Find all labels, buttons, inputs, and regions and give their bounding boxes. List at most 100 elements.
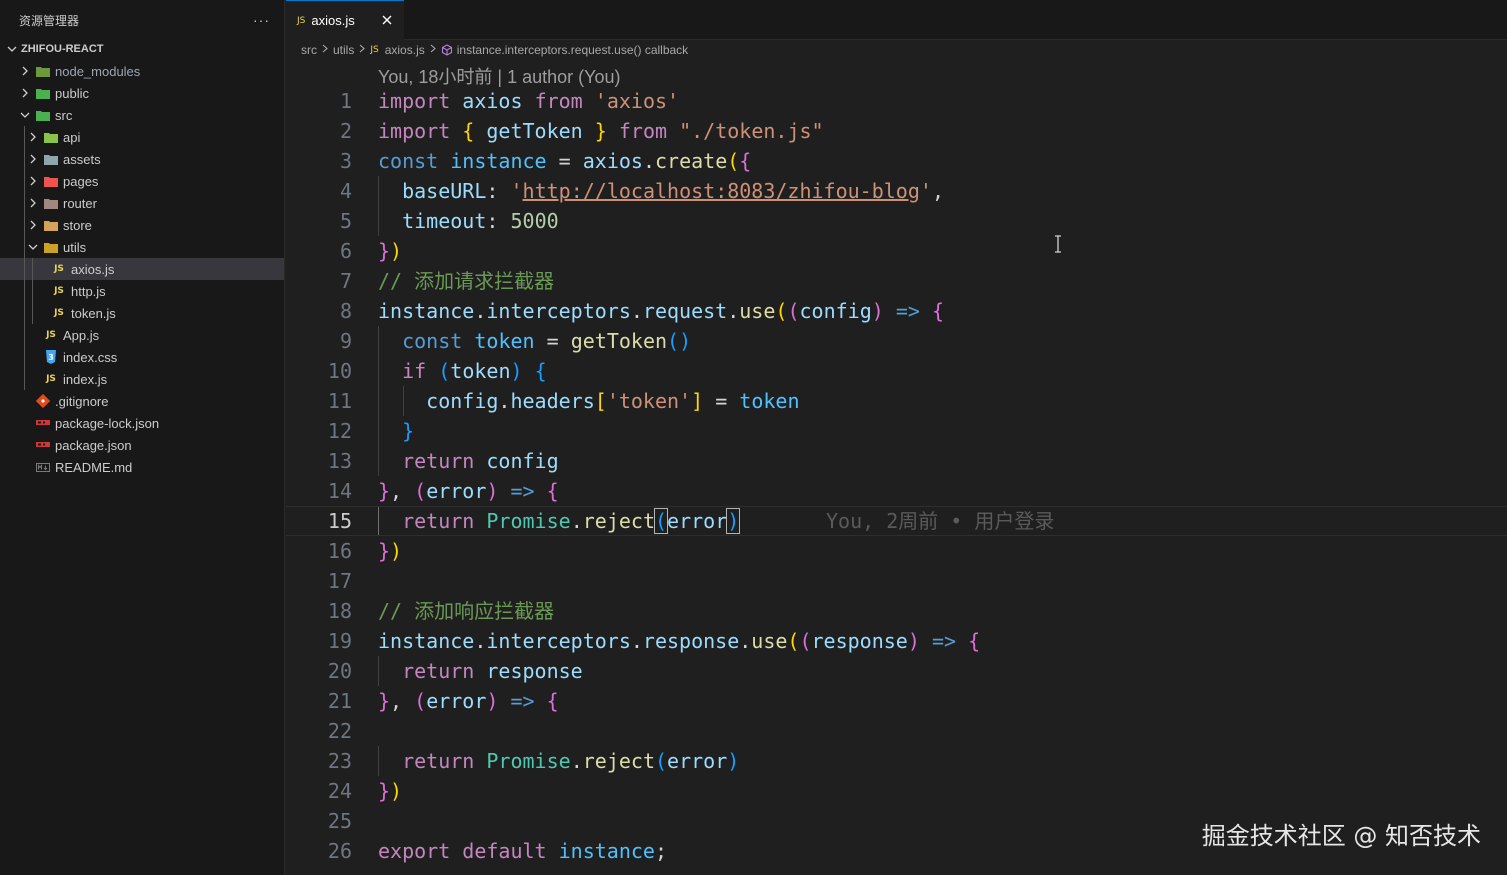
code-text: export default instance;: [378, 839, 668, 863]
code-editor[interactable]: You, 18小时前 | 1 author (You) 1 import axio…: [286, 60, 1507, 875]
indent-guide: [24, 236, 25, 258]
chevron-right-icon: [17, 85, 33, 101]
indent-guide: [24, 258, 25, 280]
tree-item-label: README.md: [55, 459, 133, 475]
tree-item-label: assets: [63, 151, 101, 167]
code-line: 21 }, (error) => {: [286, 686, 1507, 716]
code-line: 22: [286, 716, 1507, 746]
tree-item-package-lock-json[interactable]: package-lock.json: [0, 412, 284, 434]
project-name: ZHIFOU-REACT: [21, 43, 104, 55]
tree-item-label: index.js: [63, 371, 108, 387]
code-line: 4 baseURL: 'http://localhost:8083/zhifou…: [286, 176, 1507, 206]
css-file-icon: 3: [43, 349, 59, 365]
tree-item-index-js[interactable]: JS index.js: [0, 368, 284, 390]
chevron-right-icon: [358, 44, 366, 56]
tree-item-src[interactable]: src: [0, 104, 284, 126]
tree-item-http-js[interactable]: JS http.js: [0, 280, 284, 302]
tab-axios-js[interactable]: JS axios.js: [286, 0, 404, 40]
tree-item-pages[interactable]: pages: [0, 170, 284, 192]
tree-item-gitignore[interactable]: .gitignore: [0, 390, 284, 412]
js-file-icon: JS: [46, 330, 56, 340]
tree-item-axios-js[interactable]: JS axios.js: [0, 258, 284, 280]
indent-guide: [24, 302, 25, 324]
tree-item-index-css[interactable]: 3 index.css: [0, 346, 284, 368]
line-number: 25: [327, 809, 352, 833]
line-number: 7: [339, 269, 352, 293]
close-icon[interactable]: [379, 12, 395, 28]
code-text: }, (error) => {: [378, 689, 559, 713]
chevron-right-icon: [25, 173, 41, 189]
indent-guide: [24, 214, 25, 236]
tree-item-label: .gitignore: [55, 393, 109, 409]
line-number: 23: [327, 749, 352, 773]
more-actions-button[interactable]: ···: [253, 12, 270, 28]
npm-icon: [35, 415, 51, 431]
line-number: 13: [327, 449, 352, 473]
tree-item-store[interactable]: store: [0, 214, 284, 236]
tree-item-readme-md[interactable]: README.md: [0, 456, 284, 478]
tree-item-app-js[interactable]: JS App.js: [0, 324, 284, 346]
line-number: 19: [327, 629, 352, 653]
js-file-icon: JS: [54, 264, 64, 274]
explorer-title: 资源管理器: [19, 13, 80, 28]
code-line: 13 return config: [286, 446, 1507, 476]
code-line: 12 }: [286, 416, 1507, 446]
breadcrumb-utils[interactable]: utils: [333, 43, 354, 57]
code-text: const token = getToken(): [378, 326, 691, 356]
tree-item-node-modules[interactable]: node_modules: [0, 60, 284, 82]
tree-item-token-js[interactable]: JS token.js: [0, 302, 284, 324]
code-line: 16}): [286, 536, 1507, 566]
code-line: 18 // 添加响应拦截器: [286, 596, 1507, 626]
line-number: 18: [327, 599, 352, 623]
code-text: return response: [378, 656, 583, 686]
indent-guide: [24, 148, 25, 170]
code-line: 10 if (token) {: [286, 356, 1507, 386]
folder-src-icon: [35, 107, 51, 123]
folder-node-icon: [35, 63, 51, 79]
line-number: 5: [339, 209, 352, 233]
chevron-right-icon: [429, 44, 437, 56]
line-number: 21: [327, 689, 352, 713]
chevron-right-icon: [25, 217, 41, 233]
tree-item-label: src: [55, 107, 73, 123]
svg-text:3: 3: [48, 353, 54, 362]
tree-item-label: App.js: [63, 327, 100, 343]
line-number: 14: [327, 479, 352, 503]
chevron-right-icon: [25, 129, 41, 145]
code-line: 8 instance.interceptors.request.use((conf…: [286, 296, 1507, 326]
tree-item-router[interactable]: router: [0, 192, 284, 214]
inline-blame: You, 2周前 • 用户登录: [826, 509, 1055, 533]
chevron-right-icon: [25, 151, 41, 167]
watermark: 掘金技术社区 @ 知否技术: [1201, 822, 1481, 850]
line-number: 8: [339, 299, 352, 323]
tree-item-label: public: [55, 85, 89, 101]
code-text: }: [378, 416, 414, 446]
code-text: baseURL: 'http://localhost:8083/zhifou-b…: [378, 176, 944, 206]
tree-item-label: router: [63, 195, 97, 211]
tree-item-label: store: [63, 217, 92, 233]
project-folder-header[interactable]: ZHIFOU-REACT: [0, 38, 284, 60]
code-line: 3 const instance = axios.create({: [286, 146, 1507, 176]
line-number: 17: [327, 569, 352, 593]
tree-item-assets[interactable]: assets: [0, 148, 284, 170]
line-number: 2: [339, 119, 352, 143]
tree-item-label: utils: [63, 239, 87, 255]
chevron-down-icon: [17, 107, 33, 123]
breadcrumb-symbol[interactable]: instance.interceptors.request.use() call…: [457, 43, 688, 57]
tree-item-utils[interactable]: utils: [0, 236, 284, 258]
indent-guide: [24, 368, 25, 390]
tree-item-public[interactable]: public: [0, 82, 284, 104]
chevron-down-icon: [25, 239, 41, 255]
tree-item-api[interactable]: api: [0, 126, 284, 148]
breadcrumb-src[interactable]: src: [301, 43, 317, 57]
code-line: 1 import axios from 'axios': [286, 86, 1507, 116]
breadcrumb-file[interactable]: axios.js: [385, 43, 425, 57]
line-number: 26: [327, 839, 352, 863]
breadcrumb: src utils JS axios.js instance.intercept…: [301, 40, 688, 60]
tab-label: axios.js: [311, 13, 355, 28]
line-number: 12: [327, 419, 352, 443]
js-file-icon: JS: [297, 15, 306, 26]
tree-item-package-json[interactable]: package.json: [0, 434, 284, 456]
code-text: // 添加响应拦截器: [378, 599, 555, 623]
explorer-header: 资源管理器 ···: [0, 0, 284, 40]
